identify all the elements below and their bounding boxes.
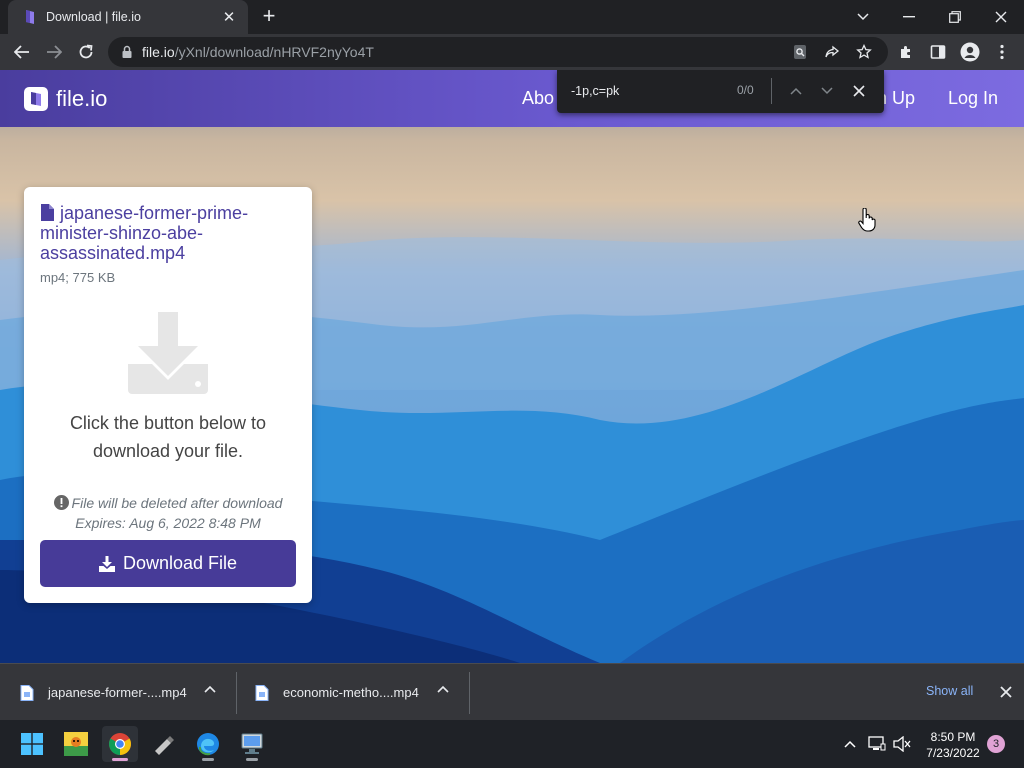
download-item[interactable]: japanese-former-....mp4 — [0, 664, 236, 721]
site-logo[interactable]: file.io — [24, 86, 107, 112]
forward-arrow-icon[interactable] — [40, 38, 68, 66]
download-file-button[interactable]: Download File — [40, 540, 296, 587]
download-icon — [98, 555, 115, 572]
tab-search-chevron-icon[interactable] — [840, 4, 886, 30]
browser-toolbar: file.io/yXnl/download/nHRVF2nyYo4T — [0, 34, 1024, 70]
file-meta: mp4; 775 KB — [40, 270, 116, 285]
file-name: japanese-former-prime-minister-shinzo-ab… — [40, 203, 296, 263]
chevron-up-icon[interactable] — [204, 685, 218, 699]
find-match-count: 0/0 — [737, 83, 754, 97]
chrome-icon[interactable] — [102, 726, 138, 762]
hand-pointer-cursor-icon — [858, 208, 876, 232]
find-input[interactable] — [571, 82, 731, 100]
tab-close-icon[interactable]: ✕ — [220, 8, 238, 26]
find-previous-chevron-up-icon[interactable] — [785, 80, 807, 102]
find-bar: 0/0 — [557, 70, 884, 113]
file-name-text: japanese-former-prime-minister-shinzo-ab… — [40, 203, 249, 263]
download-item-label: japanese-former-....mp4 — [48, 685, 187, 700]
download-tray-icon — [124, 312, 212, 396]
bookmark-star-icon[interactable] — [852, 40, 876, 64]
shelf-divider — [469, 672, 470, 714]
active-indicator — [112, 758, 128, 761]
usb-tool-icon[interactable] — [146, 726, 182, 762]
clock-time: 8:50 PM — [930, 730, 976, 744]
windows-start-icon[interactable] — [14, 726, 50, 762]
tab-title: Download | file.io — [46, 10, 141, 24]
video-file-icon — [20, 684, 34, 701]
windows-taskbar: 8:50 PM 7/23/2022 3 — [0, 720, 1024, 768]
tab-download[interactable]: Download | file.io ✕ — [8, 0, 248, 34]
share-icon[interactable] — [820, 40, 844, 64]
info-icon — [53, 495, 69, 510]
menu-kebab-icon[interactable] — [988, 38, 1016, 66]
running-indicator — [246, 758, 258, 761]
show-all-downloads-link[interactable]: Show all — [926, 684, 973, 698]
close-window-icon[interactable] — [978, 4, 1024, 30]
lock-icon[interactable] — [120, 45, 134, 59]
profile-avatar-icon[interactable] — [956, 38, 984, 66]
network-monitor-icon[interactable] — [867, 734, 887, 754]
deletion-warning: File will be deleted after download Expi… — [40, 493, 296, 533]
instructions-line-1: Click the button below to — [69, 413, 267, 433]
clock-date: 7/23/2022 — [926, 746, 980, 760]
file-io-logo-icon — [24, 87, 48, 111]
download-shelf: japanese-former-....mp4 economic-metho..… — [0, 663, 1024, 720]
video-file-icon — [255, 684, 269, 701]
expiry-text: Expires: Aug 6, 2022 8:48 PM — [75, 515, 261, 531]
warning-text: File will be deleted after download — [71, 495, 283, 511]
speaker-muted-icon[interactable] — [892, 734, 912, 754]
extensions-puzzle-icon[interactable] — [892, 38, 920, 66]
nav-login-link[interactable]: Log In — [948, 88, 998, 109]
find-in-page-icon[interactable] — [788, 40, 812, 64]
side-panel-icon[interactable] — [924, 38, 952, 66]
close-shelf-icon[interactable] — [996, 682, 1016, 702]
logo-text: file.io — [56, 86, 108, 111]
edge-icon[interactable] — [190, 726, 226, 762]
find-next-chevron-down-icon[interactable] — [816, 80, 838, 102]
back-arrow-icon[interactable] — [8, 38, 36, 66]
new-tab-button[interactable]: + — [258, 5, 280, 28]
running-indicator — [202, 758, 214, 761]
page-viewport: file.io Abo n Up Log In 0/0 japanese-for… — [0, 70, 1024, 663]
download-instructions: Click the button below to download your … — [40, 409, 296, 465]
instructions-line-2: download your file. — [92, 441, 244, 461]
download-item-label: economic-metho....mp4 — [283, 685, 419, 700]
file-icon — [40, 204, 54, 221]
address-bar[interactable]: file.io/yXnl/download/nHRVF2nyYo4T — [108, 37, 888, 67]
nav-about-link[interactable]: Abo — [522, 88, 554, 109]
tab-strip: Download | file.io ✕ + — [0, 0, 1024, 34]
restore-icon[interactable] — [932, 4, 978, 30]
reload-icon[interactable] — [72, 38, 100, 66]
show-hidden-icons-chevron-icon[interactable] — [840, 734, 860, 754]
chevron-up-icon[interactable] — [437, 685, 451, 699]
find-divider — [771, 78, 772, 104]
taskbar-clock[interactable]: 8:50 PM 7/23/2022 — [918, 729, 988, 761]
download-item[interactable]: economic-metho....mp4 — [237, 664, 469, 721]
minimize-icon[interactable] — [886, 4, 932, 30]
url-text: file.io/yXnl/download/nHRVF2nyYo4T — [142, 44, 374, 60]
download-button-label: Download File — [122, 553, 238, 573]
file-download-card: japanese-former-prime-minister-shinzo-ab… — [24, 187, 312, 603]
photo-app-icon[interactable] — [58, 726, 94, 762]
file-io-logo-icon — [22, 9, 38, 25]
find-close-icon[interactable] — [848, 80, 870, 102]
network-app-icon[interactable] — [234, 726, 270, 762]
notification-badge[interactable]: 3 — [987, 735, 1005, 753]
